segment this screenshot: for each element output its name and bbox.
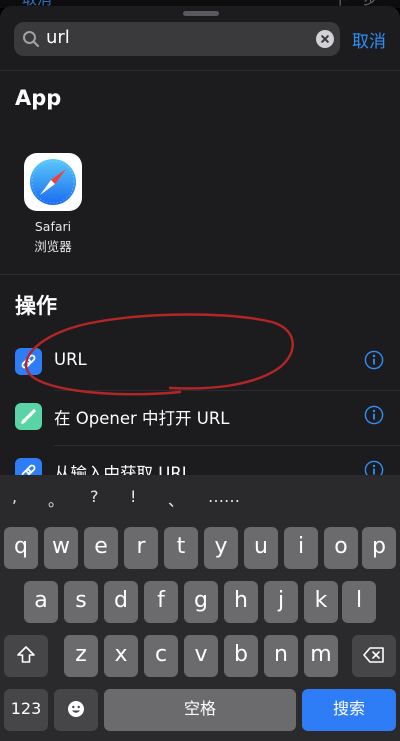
candidate-item[interactable]: …… (208, 487, 240, 506)
key-z[interactable]: z (64, 635, 98, 677)
candidate-item[interactable]: ! (130, 487, 136, 506)
key-p[interactable]: p (362, 527, 396, 569)
app-label-line-1: Safari (34, 219, 72, 234)
key-t[interactable]: t (164, 527, 198, 569)
action-row-url[interactable]: URL (0, 338, 400, 388)
candidate-item[interactable]: 。 (48, 487, 64, 511)
search-key[interactable]: 搜索 (302, 689, 396, 731)
key-a[interactable]: a (24, 581, 58, 623)
search-row: url 取消 (14, 22, 386, 56)
key-q[interactable]: q (4, 527, 38, 569)
key-r[interactable]: r (124, 527, 158, 569)
key-h[interactable]: h (224, 581, 258, 623)
divider (0, 274, 400, 275)
link-icon (15, 348, 42, 375)
divider (54, 445, 400, 446)
divider (54, 390, 400, 391)
key-v[interactable]: v (184, 635, 218, 677)
candidate-item[interactable]: 、 (168, 487, 184, 511)
info-icon[interactable] (364, 405, 384, 425)
key-y[interactable]: y (204, 527, 238, 569)
pencil-icon (15, 403, 42, 430)
key-l[interactable]: l (342, 581, 376, 623)
clear-icon[interactable] (316, 30, 334, 48)
key-k[interactable]: k (304, 581, 338, 623)
cancel-button[interactable]: 取消 (352, 27, 386, 52)
key-e[interactable]: e (84, 527, 118, 569)
space-key[interactable]: 空格 (104, 689, 296, 731)
search-input[interactable]: url (46, 27, 70, 48)
candidate-item[interactable]: , (12, 487, 17, 506)
key-o[interactable]: o (324, 527, 358, 569)
actions-section-title: 操作 (15, 294, 57, 318)
sheet-grabber[interactable] (183, 11, 219, 16)
action-label: 在 Opener 中打开 URL (54, 409, 230, 428)
emoji-key[interactable] (54, 689, 98, 731)
key-g[interactable]: g (184, 581, 218, 623)
key-d[interactable]: d (104, 581, 138, 623)
search-sheet: url 取消 App Safari 浏览器 操作 URL 在 Opener 中打… (0, 6, 400, 486)
key-w[interactable]: w (44, 527, 78, 569)
candidate-bar: , 。 ? ! 、 …… (0, 475, 400, 517)
app-label-line-2: 浏览器 (34, 239, 72, 254)
key-f[interactable]: f (144, 581, 178, 623)
info-icon[interactable] (364, 350, 384, 370)
key-x[interactable]: x (104, 635, 138, 677)
key-u[interactable]: u (244, 527, 278, 569)
keyboard: , 。 ? ! 、 …… q w e r t y u i o p a s d f… (0, 475, 400, 741)
search-icon (23, 31, 40, 48)
delete-key[interactable] (352, 635, 396, 677)
numbers-key[interactable]: 123 (4, 689, 48, 731)
key-i[interactable]: i (284, 527, 318, 569)
key-b[interactable]: b (224, 635, 258, 677)
key-s[interactable]: s (64, 581, 98, 623)
app-label: Safari 浏览器 (18, 219, 88, 255)
action-row-open-in-opener[interactable]: 在 Opener 中打开 URL (0, 393, 400, 443)
key-c[interactable]: c (144, 635, 178, 677)
apps-section-title: App (15, 86, 62, 110)
key-m[interactable]: m (304, 635, 338, 677)
divider (0, 70, 400, 71)
shift-icon (17, 646, 35, 663)
key-n[interactable]: n (264, 635, 298, 677)
shift-key[interactable] (4, 635, 48, 677)
backspace-icon (363, 647, 384, 663)
search-field[interactable]: url (14, 22, 340, 56)
candidate-item[interactable]: ? (90, 487, 99, 506)
safari-icon (24, 153, 82, 211)
action-label: URL (54, 350, 87, 369)
key-j[interactable]: j (264, 581, 298, 623)
emoji-icon (68, 701, 84, 717)
